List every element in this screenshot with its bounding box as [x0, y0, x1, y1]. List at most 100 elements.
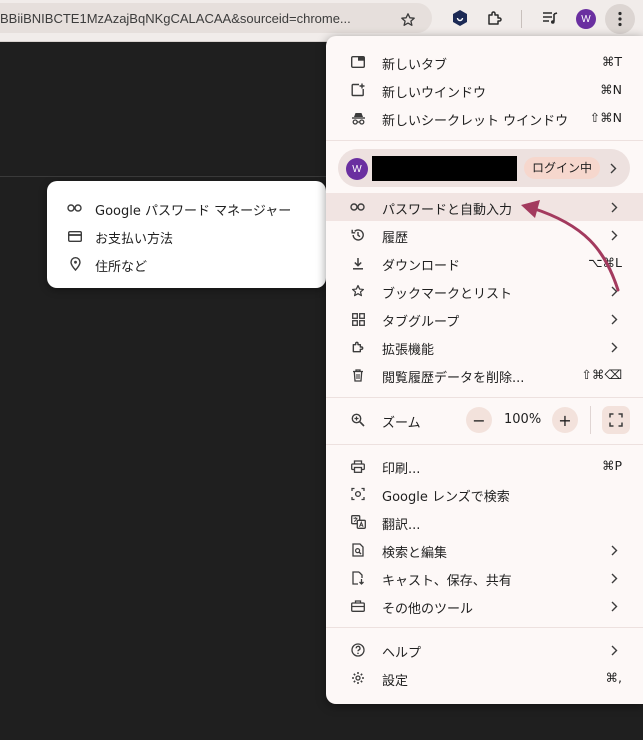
menu-divider: [326, 397, 643, 398]
shortcut-label: ⌘T: [601, 54, 622, 69]
chrome-menu-button[interactable]: [605, 4, 635, 34]
menu-item-label: 印刷...: [382, 462, 421, 477]
menu-item-label: 新しいタブ: [382, 58, 448, 73]
shortcut-label: ⌘P: [601, 458, 622, 473]
menu-item-find-and-edit[interactable]: 検索と編集: [326, 536, 643, 564]
menu-item-label: 新しいウインドウ: [382, 86, 487, 101]
submenu-item-password-manager[interactable]: Google パスワード マネージャー: [47, 194, 326, 222]
chevron-right-icon: [609, 339, 619, 355]
menu-item-downloads[interactable]: ダウンロード ⌥⌘L: [326, 249, 643, 277]
menu-item-label: Google レンズで検索: [382, 490, 510, 505]
submenu-item-label: Google パスワード マネージャー: [95, 204, 292, 219]
menu-item-cast-save-share[interactable]: キャスト、保存、共有: [326, 564, 643, 592]
find-in-page-icon: [350, 542, 366, 558]
media-queue-icon[interactable]: [540, 8, 560, 28]
menu-item-clear-browsing-data[interactable]: 閲覧履歴データを削除... ⇧⌘⌫: [326, 361, 643, 389]
menu-item-print[interactable]: 印刷... ⌘P: [326, 452, 643, 480]
chrome-main-menu: 新しいタブ ⌘T 新しいウインドウ ⌘N 新しいシークレット ウインドウ ⇧⌘N…: [326, 36, 643, 704]
menu-item-more-tools[interactable]: その他のツール: [326, 592, 643, 620]
menu-divider: [326, 627, 643, 628]
menu-item-extensions[interactable]: 拡張機能: [326, 333, 643, 361]
menu-item-label: ダウンロード: [382, 259, 461, 274]
printer-icon: [350, 458, 366, 474]
submenu-item-addresses[interactable]: 住所など: [47, 250, 326, 278]
star-icon: [350, 283, 366, 299]
lens-camera-icon: [350, 486, 366, 502]
address-bar-url[interactable]: BBiiBNIBCTE1MzAzajBqNKgCALACAA&sourceid=…: [0, 11, 370, 26]
chevron-right-icon: [609, 199, 619, 215]
menu-item-label: 閲覧履歴データを削除...: [382, 371, 525, 386]
tab-groups-icon: [350, 311, 366, 327]
chevron-right-icon: [609, 311, 619, 327]
zoom-in-button[interactable]: +: [552, 407, 578, 433]
menu-item-label: ヘルプ: [382, 646, 422, 661]
new-window-icon: [350, 82, 366, 98]
zoom-out-button[interactable]: −: [466, 407, 492, 433]
credit-card-icon: [67, 228, 83, 244]
fullscreen-icon: [609, 413, 623, 427]
chevron-right-icon: [609, 642, 619, 658]
menu-item-label: パスワードと自動入力: [382, 203, 513, 218]
shortcut-label: ⇧⌘N: [589, 110, 622, 125]
profile-avatar[interactable]: W: [576, 9, 596, 29]
menu-item-label: キャスト、保存、共有: [382, 574, 512, 589]
puzzle-icon: [350, 339, 366, 355]
toolbar-divider: [521, 10, 522, 28]
menu-item-label: 新しいシークレット ウインドウ: [382, 114, 569, 129]
key-icon: [67, 200, 83, 216]
menu-divider: [326, 140, 643, 141]
submenu-item-payment-methods[interactable]: お支払い方法: [47, 222, 326, 250]
zoom-magnifier-icon: [350, 412, 366, 428]
submenu-item-label: お支払い方法: [95, 232, 174, 247]
save-share-icon: [350, 570, 366, 586]
menu-item-tab-groups[interactable]: タブグループ: [326, 305, 643, 333]
menu-item-label: 履歴: [382, 231, 409, 246]
menu-item-label: 設定: [382, 674, 409, 689]
menu-item-history[interactable]: 履歴: [326, 221, 643, 249]
menu-item-label: 翻訳...: [382, 518, 421, 533]
gear-icon: [350, 670, 366, 686]
menu-item-label: 検索と編集: [382, 546, 448, 561]
chevron-right-icon: [609, 570, 619, 586]
location-pin-icon: [67, 256, 83, 272]
fullscreen-button[interactable]: [602, 406, 630, 434]
page-divider: [0, 176, 330, 177]
extensions-puzzle-icon[interactable]: [485, 8, 505, 28]
new-tab-icon: [350, 54, 366, 70]
menu-item-passwords-autofill[interactable]: パスワードと自動入力: [326, 193, 643, 221]
bookmark-star-icon[interactable]: [398, 10, 418, 30]
submenu-item-label: 住所など: [95, 260, 148, 275]
zoom-label: ズーム: [382, 416, 421, 431]
menu-item-bookmarks[interactable]: ブックマークとリスト: [326, 277, 643, 305]
shortcut-label: ⌘,: [605, 670, 622, 685]
zoom-divider: [590, 406, 591, 434]
chevron-right-icon: [609, 227, 619, 243]
extension-hexagon-icon[interactable]: [450, 8, 470, 28]
menu-item-settings[interactable]: 設定 ⌘,: [326, 664, 643, 692]
signin-status-badge: ログイン中: [524, 157, 601, 179]
shortcut-label: ⇧⌘⌫: [581, 367, 622, 382]
menu-item-new-window[interactable]: 新しいウインドウ ⌘N: [326, 76, 643, 104]
redacted-profile-name: [372, 156, 517, 181]
shortcut-label: ⌥⌘L: [588, 255, 622, 270]
menu-item-help[interactable]: ヘルプ: [326, 636, 643, 664]
menu-item-new-tab[interactable]: 新しいタブ ⌘T: [326, 48, 643, 76]
passwords-autofill-submenu: Google パスワード マネージャー お支払い方法 住所など: [47, 181, 326, 288]
menu-divider: [326, 444, 643, 445]
zoom-level: 100%: [504, 412, 542, 427]
menu-item-label: その他のツール: [382, 602, 474, 617]
download-icon: [350, 255, 366, 271]
menu-item-label: ブックマークとリスト: [382, 287, 513, 302]
address-bar[interactable]: BBiiBNIBCTE1MzAzajBqNKgCALACAA&sourceid=…: [0, 3, 432, 33]
incognito-icon: [350, 110, 366, 126]
toolbox-icon: [350, 598, 366, 614]
menu-item-google-lens[interactable]: Google レンズで検索: [326, 480, 643, 508]
menu-zoom-row: ズーム − 100% +: [326, 403, 643, 437]
menu-item-translate[interactable]: 翻訳...: [326, 508, 643, 536]
menu-item-label: 拡張機能: [382, 343, 435, 358]
help-icon: [350, 642, 366, 658]
menu-item-new-incognito[interactable]: 新しいシークレット ウインドウ ⇧⌘N: [326, 104, 643, 132]
profile-row[interactable]: W ログイン中: [338, 149, 630, 187]
translate-icon: [350, 514, 366, 530]
chevron-right-icon: [609, 598, 619, 614]
